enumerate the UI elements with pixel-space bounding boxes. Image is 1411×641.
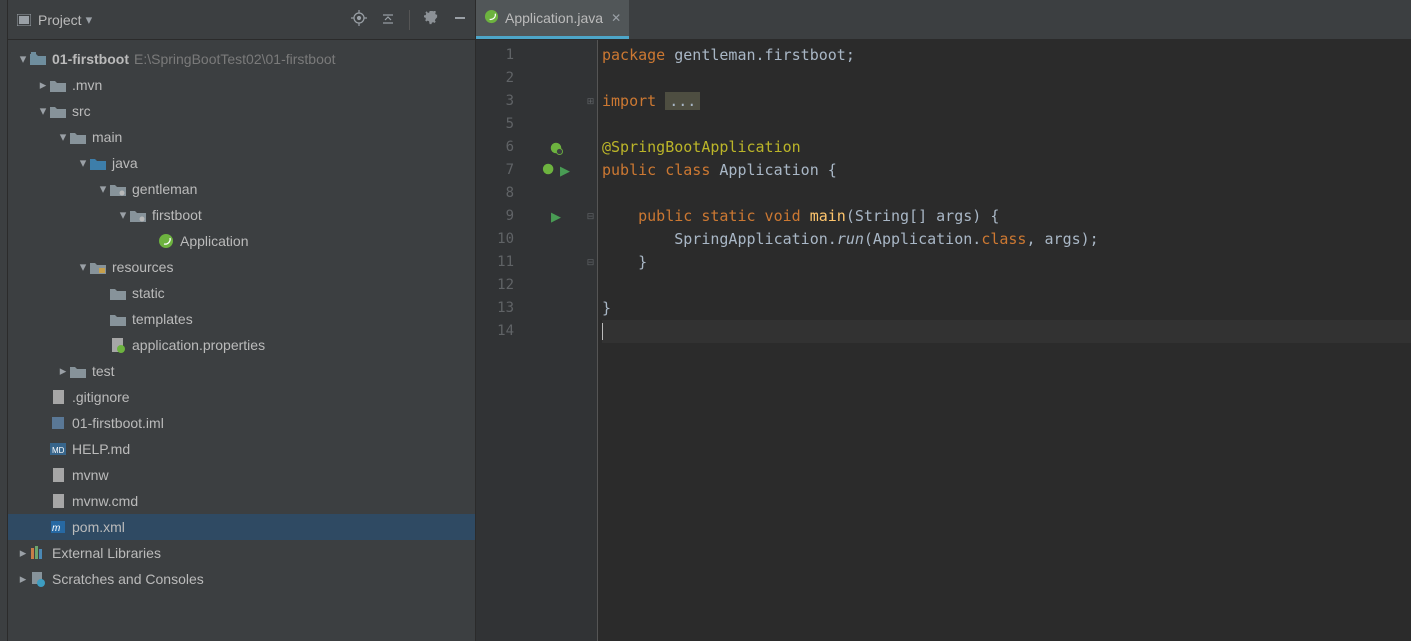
tree-item-mvnw[interactable]: mvnw [8, 462, 475, 488]
hide-icon[interactable] [453, 11, 467, 28]
chevron-down-icon[interactable]: ▾ [56, 129, 70, 145]
editor-area: Application.java ✕ 1 2 3 5 6 7 8 9 10 11… [476, 0, 1411, 641]
line-number-gutter: 1 2 3 5 6 7 8 9 10 11 12 13 14 [476, 40, 528, 641]
tree-item-test[interactable]: ▸ test [8, 358, 475, 384]
project-label[interactable]: Project [38, 12, 82, 28]
chevron-down-icon[interactable]: ▾ [76, 155, 90, 171]
tree-item-gentleman[interactable]: ▾ gentleman [8, 176, 475, 202]
tree-item-mvn[interactable]: ▸ .mvn [8, 72, 475, 98]
file-icon [50, 389, 66, 405]
file-icon [50, 467, 66, 483]
root-path: E:\SpringBootTest02\01-firstboot [134, 51, 336, 67]
chevron-down-icon[interactable]: ▾ [116, 207, 130, 223]
module-folder-icon [30, 51, 46, 67]
spring-run-icon[interactable] [542, 162, 556, 179]
chevron-down-icon[interactable]: ▾ [86, 12, 93, 28]
divider [409, 10, 410, 30]
tree-item-pom[interactable]: m pom.xml [8, 514, 475, 540]
tree-item-app-properties[interactable]: application.properties [8, 332, 475, 358]
package-icon [130, 207, 146, 223]
tree-item-mvnw-cmd[interactable]: mvnw.cmd [8, 488, 475, 514]
tree-item-external-libraries[interactable]: ▸ External Libraries [8, 540, 475, 566]
folder-icon [50, 103, 66, 119]
sidebar-header: Project ▾ [8, 0, 475, 40]
root-name: 01-firstboot [52, 51, 129, 67]
chevron-right-icon[interactable]: ▸ [56, 363, 70, 379]
chevron-down-icon[interactable]: ▾ [76, 259, 90, 275]
folder-icon [110, 311, 126, 327]
folder-icon [70, 363, 86, 379]
spring-bean-icon[interactable] [528, 136, 584, 159]
tree-item-iml[interactable]: 01-firstboot.iml [8, 410, 475, 436]
svg-text:m: m [52, 523, 60, 534]
tree-item-gitignore[interactable]: .gitignore [8, 384, 475, 410]
chevron-down-icon[interactable]: ▾ [96, 181, 110, 197]
tree-item-scratches[interactable]: ▸ Scratches and Consoles [8, 566, 475, 592]
spring-props-icon [110, 337, 126, 353]
project-sidebar: Project ▾ ▾ 01-firstboot E:\SpringBootTe… [8, 0, 476, 641]
resources-folder-icon [90, 259, 106, 275]
folder-icon [70, 129, 86, 145]
svg-text:MD: MD [52, 446, 65, 455]
spring-class-icon [484, 9, 499, 27]
scratches-icon [30, 571, 46, 587]
iml-icon [50, 415, 66, 431]
editor-body[interactable]: 1 2 3 5 6 7 8 9 10 11 12 13 14 ▶ ▶ [476, 40, 1411, 641]
tree-item-firstboot[interactable]: ▾ firstboot [8, 202, 475, 228]
file-icon [50, 493, 66, 509]
gear-icon[interactable] [424, 11, 439, 29]
chevron-down-icon[interactable]: ▾ [16, 51, 30, 67]
tree-item-resources[interactable]: ▾ resources [8, 254, 475, 280]
tree-item-application-class[interactable]: Application [8, 228, 475, 254]
libraries-icon [30, 545, 46, 561]
icon-gutter: ▶ ▶ [528, 40, 584, 641]
tree-root[interactable]: ▾ 01-firstboot E:\SpringBootTest02\01-fi… [8, 46, 475, 72]
close-icon[interactable]: ✕ [611, 11, 621, 25]
tab-label: Application.java [505, 10, 603, 26]
folder-icon [110, 285, 126, 301]
chevron-right-icon[interactable]: ▸ [16, 545, 30, 561]
collapse-all-icon[interactable] [381, 11, 395, 28]
tree-item-templates[interactable]: templates [8, 306, 475, 332]
locate-icon[interactable] [351, 10, 367, 29]
code-content[interactable]: package gentleman.firstboot; import ... … [598, 40, 1411, 641]
package-icon [110, 181, 126, 197]
fold-end-icon[interactable]: ⊟ [584, 251, 597, 274]
run-icon[interactable]: ▶ [560, 163, 570, 179]
chevron-right-icon[interactable]: ▸ [36, 77, 50, 93]
tab-bar: Application.java ✕ [476, 0, 1411, 40]
tree-item-src[interactable]: ▾ src [8, 98, 475, 124]
spring-class-icon [158, 233, 174, 249]
markdown-icon: MD [50, 441, 66, 457]
tree-item-help[interactable]: MD HELP.md [8, 436, 475, 462]
fold-gutter: ⊞ ⊟ ⊟ [584, 40, 598, 641]
text-cursor [602, 323, 603, 340]
tree-item-static[interactable]: static [8, 280, 475, 306]
project-panel-icon [16, 13, 32, 27]
tree-item-java[interactable]: ▾ java [8, 150, 475, 176]
fold-expand-icon[interactable]: ⊞ [584, 90, 597, 113]
fold-collapse-icon[interactable]: ⊟ [584, 205, 597, 228]
project-tree: ▾ 01-firstboot E:\SpringBootTest02\01-fi… [8, 40, 475, 592]
run-icon[interactable]: ▶ [551, 209, 561, 225]
source-folder-icon [90, 155, 106, 171]
chevron-right-icon[interactable]: ▸ [16, 571, 30, 587]
chevron-down-icon[interactable]: ▾ [36, 103, 50, 119]
folder-icon [50, 77, 66, 93]
tab-application-java[interactable]: Application.java ✕ [476, 0, 629, 39]
tree-item-main[interactable]: ▾ main [8, 124, 475, 150]
maven-icon: m [50, 519, 66, 535]
